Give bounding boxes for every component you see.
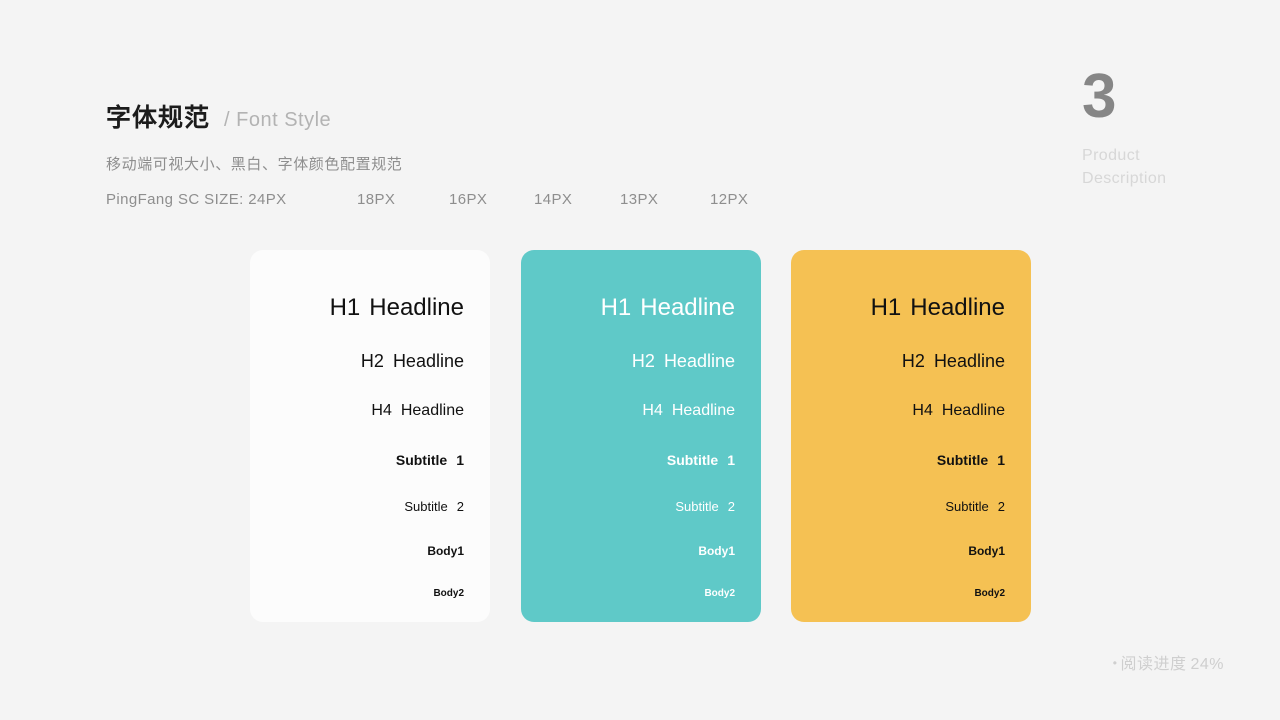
type-row-h1: H1 Headline [600,294,735,321]
size-label-12px: 12PX [710,191,749,208]
size-label-13px: 13PX [620,191,659,208]
type-row-body2: Body2 [974,588,1005,599]
type-row-h2: H2 Headline [901,351,1005,371]
type-row-body1: Body1 [968,544,1005,558]
type-row-h4: H4 Headline [371,402,464,419]
type-row-body2: Body2 [704,588,735,599]
type-card-teal: H1 Headline H2 Headline H4 Headline Subtitl… [521,250,761,622]
section-indicator: 3 Product Description [1082,66,1192,190]
type-row-subtitle1: Subtitle 1 [666,452,735,468]
type-row-subtitle2: Subtitle 2 [675,499,735,514]
size-scale-label: PingFang SC SIZE: 24PX [106,191,287,208]
page-header: 字体规范 / Font Style 移动端可视大小、黑白、字体颜色配置规范 Pi… [106,98,748,211]
type-row-h2: H2 Headline [360,351,464,371]
type-row-subtitle1: Subtitle 1 [395,452,464,468]
type-row-h1: H1 Headline [870,294,1005,321]
reading-progress-value: 24% [1190,656,1224,673]
type-row-h1: H1 Headline [329,294,464,321]
type-row-subtitle1: Subtitle 1 [936,452,1005,468]
size-label-18px: 18PX [357,191,396,208]
section-caption: Product Description [1082,144,1192,190]
type-row-h2: H2 Headline [631,351,735,371]
page-subtitle: 移动端可视大小、黑白、字体颜色配置规范 [106,156,403,173]
reading-progress: • 阅读进度 24% [1113,650,1224,674]
page-title: 字体规范 / Font Style [106,98,402,134]
type-row-body1: Body1 [698,544,735,558]
bullet-icon: • [1112,656,1118,670]
section-number: 3 [1082,62,1116,131]
type-row-h4: H4 Headline [642,402,735,419]
section-caption-line1: Product [1082,147,1140,164]
size-label-16px: 16PX [449,191,488,208]
type-row-subtitle2: Subtitle 2 [945,499,1005,514]
type-row-body2: Body2 [433,588,464,599]
type-card-white: H1 Headline H2 Headline H4 Headline Subtitl… [250,250,490,622]
section-caption-line2: Description [1082,170,1167,188]
size-label-14px: 14PX [534,191,573,208]
type-row-subtitle2: Subtitle 2 [404,499,464,514]
page-title-en: / Font Style [224,109,332,131]
type-card-yellow: H1 Headline H2 Headline H4 Headline Subtitl… [791,250,1031,622]
page-title-cn: 字体规范 [106,104,211,132]
reading-progress-label: 阅读进度 [1120,656,1187,673]
type-row-h4: H4 Headline [912,402,1005,419]
type-row-body1: Body1 [427,544,464,558]
font-size-scale: PingFang SC SIZE: 24PX 18PX 16PX 14PX 13… [106,191,748,211]
